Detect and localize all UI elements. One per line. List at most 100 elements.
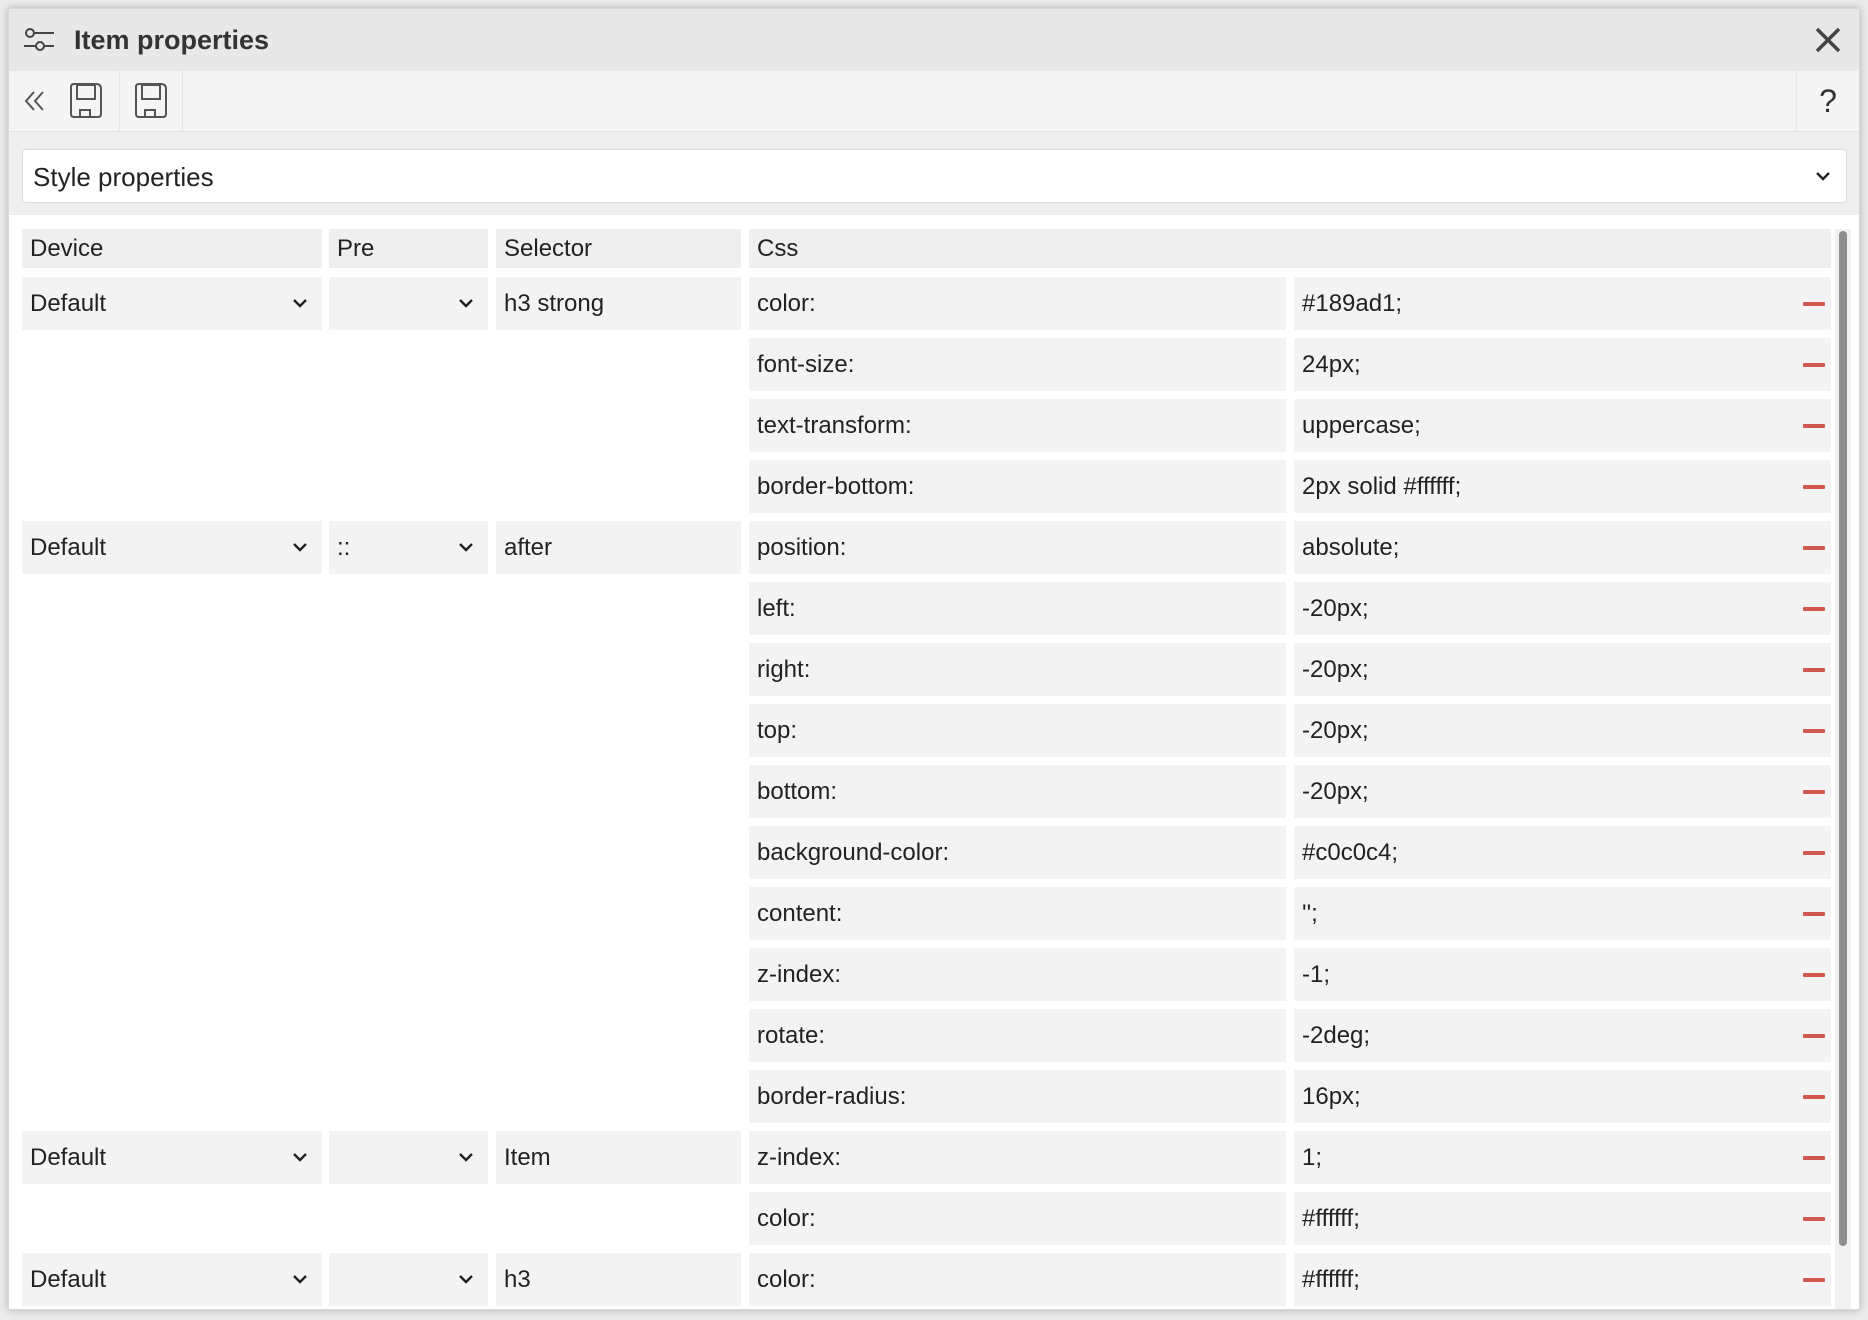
selector-input[interactable]: h3 xyxy=(496,1253,741,1306)
floppy-disk-icon xyxy=(135,83,167,118)
css-value-input[interactable]: #ffffff; xyxy=(1294,1253,1831,1306)
scrollbar-thumb[interactable] xyxy=(1839,231,1847,1246)
pre-select[interactable] xyxy=(329,277,488,330)
css-value-input[interactable]: -1; xyxy=(1294,948,1831,1001)
css-property-input[interactable]: content: xyxy=(749,887,1286,940)
save-button[interactable] xyxy=(55,71,117,131)
css-value-input[interactable]: -20px; xyxy=(1294,765,1831,818)
css-property-input[interactable]: color: xyxy=(749,277,1286,330)
css-value-text: -20px; xyxy=(1302,594,1369,622)
css-property-input[interactable]: left: xyxy=(749,582,1286,635)
remove-declaration-icon[interactable] xyxy=(1803,423,1825,428)
css-property-input[interactable]: top: xyxy=(749,704,1286,757)
chevron-down-icon xyxy=(1816,172,1830,181)
sliders-icon xyxy=(24,28,54,51)
css-value-text: -20px; xyxy=(1302,716,1369,744)
css-value-input[interactable]: #189ad1; xyxy=(1294,277,1831,330)
floppy-disk-icon xyxy=(70,83,102,118)
device-select-value: Default xyxy=(30,533,107,561)
chevron-down-icon xyxy=(293,1152,307,1162)
toolbar: ? xyxy=(9,71,1859,132)
css-value-input[interactable]: absolute; xyxy=(1294,521,1831,574)
css-value-input[interactable]: #ffffff; xyxy=(1294,1192,1831,1245)
device-select-value: Default xyxy=(30,1143,107,1171)
css-value-text: -20px; xyxy=(1302,655,1369,683)
help-button[interactable]: ? xyxy=(1796,71,1859,131)
css-value-input[interactable]: -20px; xyxy=(1294,704,1831,757)
css-property-input[interactable]: color: xyxy=(749,1253,1286,1306)
remove-declaration-icon[interactable] xyxy=(1803,667,1825,672)
css-value-input[interactable]: #c0c0c4; xyxy=(1294,826,1831,879)
css-property-input[interactable]: rotate: xyxy=(749,1009,1286,1062)
item-properties-dialog: Item properties ? Style properties Devic… xyxy=(8,8,1860,1310)
device-select-value: Default xyxy=(30,1265,107,1293)
css-value-input[interactable]: -2deg; xyxy=(1294,1009,1831,1062)
css-value-input[interactable]: -20px; xyxy=(1294,582,1831,635)
header-device: Device xyxy=(22,229,322,268)
css-property-input[interactable]: font-size: xyxy=(749,338,1286,391)
device-select[interactable]: Default xyxy=(22,1253,322,1306)
selector-input[interactable]: Item xyxy=(496,1131,741,1184)
pre-select[interactable] xyxy=(329,1253,488,1306)
pre-select[interactable] xyxy=(329,1131,488,1184)
selector-input[interactable]: after xyxy=(496,521,741,574)
pre-select[interactable]: :: xyxy=(329,521,488,574)
remove-declaration-icon[interactable] xyxy=(1803,972,1825,977)
css-value-input[interactable]: -20px; xyxy=(1294,643,1831,696)
remove-declaration-icon[interactable] xyxy=(1803,1216,1825,1221)
selector-input[interactable]: h3 strong xyxy=(496,277,741,330)
remove-declaration-icon[interactable] xyxy=(1803,1155,1825,1160)
device-select[interactable]: Default xyxy=(22,277,322,330)
css-property-input[interactable]: background-color: xyxy=(749,826,1286,879)
css-value-text: 2px solid #ffffff; xyxy=(1302,472,1462,500)
css-value-input[interactable]: 2px solid #ffffff; xyxy=(1294,460,1831,513)
chevron-down-icon xyxy=(293,1274,307,1284)
css-value-input[interactable]: uppercase; xyxy=(1294,399,1831,452)
header-selector: Selector xyxy=(496,229,741,268)
css-value-input[interactable]: ''; xyxy=(1294,887,1831,940)
css-property-input[interactable]: z-index: xyxy=(749,1131,1286,1184)
css-value-input[interactable]: 1; xyxy=(1294,1131,1831,1184)
remove-declaration-icon[interactable] xyxy=(1803,301,1825,306)
css-value-input[interactable]: 24px; xyxy=(1294,338,1831,391)
save-as-button[interactable] xyxy=(120,71,182,131)
css-value-text: -20px; xyxy=(1302,777,1369,805)
remove-declaration-icon[interactable] xyxy=(1803,728,1825,733)
pre-select-value: :: xyxy=(337,533,351,561)
css-property-input[interactable]: text-transform: xyxy=(749,399,1286,452)
remove-declaration-icon[interactable] xyxy=(1803,545,1825,550)
chevron-down-icon xyxy=(293,542,307,552)
css-value-text: ''; xyxy=(1302,899,1318,927)
device-select[interactable]: Default xyxy=(22,1131,322,1184)
close-icon[interactable] xyxy=(1809,21,1847,59)
remove-declaration-icon[interactable] xyxy=(1803,1277,1825,1282)
css-value-input[interactable]: 16px; xyxy=(1294,1070,1831,1123)
remove-declaration-icon[interactable] xyxy=(1803,789,1825,794)
css-property-input[interactable]: border-bottom: xyxy=(749,460,1286,513)
css-property-input[interactable]: color: xyxy=(749,1192,1286,1245)
title-bar: Item properties xyxy=(9,9,1859,71)
remove-declaration-icon[interactable] xyxy=(1803,484,1825,489)
remove-declaration-icon[interactable] xyxy=(1803,362,1825,367)
remove-declaration-icon[interactable] xyxy=(1803,1094,1825,1099)
header-css: Css xyxy=(749,229,1831,268)
chevron-down-icon xyxy=(459,298,473,308)
css-property-input[interactable]: bottom: xyxy=(749,765,1286,818)
remove-declaration-icon[interactable] xyxy=(1803,606,1825,611)
remove-declaration-icon[interactable] xyxy=(1803,911,1825,916)
toolbar-separator xyxy=(182,71,183,131)
vertical-scrollbar[interactable] xyxy=(1835,229,1851,1309)
css-value-text: 24px; xyxy=(1302,350,1361,378)
collapse-button[interactable] xyxy=(15,71,55,131)
remove-declaration-icon[interactable] xyxy=(1803,1033,1825,1038)
css-property-input[interactable]: border-radius: xyxy=(749,1070,1286,1123)
css-property-input[interactable]: z-index: xyxy=(749,948,1286,1001)
css-value-text: uppercase; xyxy=(1302,411,1421,439)
device-select[interactable]: Default xyxy=(22,521,322,574)
css-property-input[interactable]: position: xyxy=(749,521,1286,574)
css-value-text: -1; xyxy=(1302,960,1331,988)
section-select[interactable]: Style properties xyxy=(22,149,1847,203)
chevron-down-icon xyxy=(293,298,307,308)
css-property-input[interactable]: right: xyxy=(749,643,1286,696)
remove-declaration-icon[interactable] xyxy=(1803,850,1825,855)
